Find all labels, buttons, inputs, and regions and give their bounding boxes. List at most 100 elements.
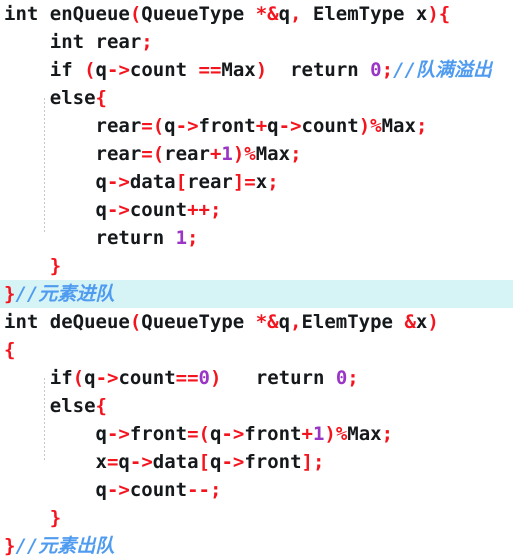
code-text: rear xyxy=(95,115,142,137)
code-comment: //元素进队 xyxy=(15,283,115,305)
code-line[interactable]: q->count--; xyxy=(0,476,513,504)
code-text: q xyxy=(164,115,176,137)
code-punctuation: ; xyxy=(415,115,428,137)
code-line[interactable]: rear=(rear+1)%Max; xyxy=(0,140,513,168)
code-punctuation: ; xyxy=(290,143,302,165)
code-line[interactable]: int enQueue(QueueType *&q, ElemType x){ xyxy=(0,0,513,28)
code-punctuation: ; xyxy=(347,367,359,389)
code-line[interactable]: else{ xyxy=(0,392,513,420)
code-punctuation: == xyxy=(175,367,199,389)
code-text: q xyxy=(95,59,107,81)
code-comment: //队满溢出 xyxy=(393,59,492,81)
code-text: rear xyxy=(164,143,210,165)
code-punctuation: *& xyxy=(255,311,279,333)
code-punctuation: ) xyxy=(210,367,222,389)
code-punctuation: =( xyxy=(141,143,165,165)
code-text: Max xyxy=(347,423,382,445)
code-text: q xyxy=(209,423,222,445)
code-line[interactable]: q->data[rear]=x; xyxy=(0,168,513,196)
code-line[interactable]: { xyxy=(0,336,513,364)
code-number: 1 xyxy=(312,423,325,445)
code-line[interactable]: } xyxy=(0,504,513,532)
code-text: count xyxy=(118,367,176,389)
code-punctuation: -> xyxy=(278,115,302,137)
code-line[interactable]: } xyxy=(0,252,513,280)
code-punctuation: -> xyxy=(106,479,130,501)
code-text: count xyxy=(129,479,188,501)
code-listing[interactable]: int enQueue(QueueType *&q, ElemType x){ … xyxy=(0,0,513,560)
code-punctuation: ; xyxy=(141,31,153,53)
code-text: ElemType xyxy=(301,311,405,333)
code-punctuation: } xyxy=(4,283,16,305)
code-punctuation: ]; xyxy=(301,451,325,473)
code-text: front xyxy=(244,423,302,445)
code-punctuation: =( xyxy=(141,115,165,137)
code-line[interactable]: q->count++; xyxy=(0,196,513,224)
code-punctuation: , xyxy=(290,3,302,25)
code-punctuation: -> xyxy=(175,115,199,137)
code-punctuation: ) xyxy=(427,311,439,333)
code-line[interactable]: }//元素出队 xyxy=(0,532,513,560)
code-punctuation: + xyxy=(255,115,268,137)
code-text: if xyxy=(49,59,85,81)
code-text: x xyxy=(95,451,107,473)
code-punctuation: { xyxy=(4,339,16,361)
code-punctuation: -> xyxy=(106,199,130,221)
code-line[interactable]: }//元素进队 xyxy=(0,280,513,308)
code-punctuation: -> xyxy=(95,367,119,389)
code-line[interactable]: int deQueue(QueueType *&q,ElemType &x) xyxy=(0,308,513,336)
code-text: q xyxy=(278,311,291,333)
code-text: count xyxy=(129,199,188,221)
code-comment: //元素出队 xyxy=(15,535,115,557)
code-punctuation: ( xyxy=(84,59,96,81)
code-line[interactable]: x=q->data[q->front]; xyxy=(0,448,513,476)
code-punctuation: ; xyxy=(381,423,394,445)
code-editor-viewport[interactable]: int enQueue(QueueType *&q, ElemType x){ … xyxy=(0,0,513,557)
code-line[interactable]: int rear; xyxy=(0,28,513,56)
code-punctuation: *& xyxy=(255,3,279,25)
code-punctuation: )% xyxy=(358,115,382,137)
code-text: Max xyxy=(255,143,291,165)
code-line[interactable]: if (q->count ==Max) return 0;//队满溢出 xyxy=(0,56,513,84)
code-punctuation: -> xyxy=(221,451,245,473)
code-text: ElemType x xyxy=(301,3,428,25)
code-text: return xyxy=(95,227,176,249)
code-punctuation: =( xyxy=(187,423,210,445)
code-text: q xyxy=(278,3,291,25)
code-line[interactable]: q->front=(q->front+1)%Max; xyxy=(0,420,513,448)
code-punctuation: )% xyxy=(324,423,348,445)
code-line[interactable]: if(q->count==0) return 0; xyxy=(0,364,513,392)
code-punctuation: ){ xyxy=(427,3,451,25)
code-punctuation: )% xyxy=(232,143,256,165)
code-punctuation: -> xyxy=(106,423,130,445)
code-line[interactable]: else{ xyxy=(0,84,513,112)
code-punctuation: } xyxy=(49,507,62,529)
code-text: q xyxy=(209,451,222,473)
code-text: int enQueue xyxy=(4,3,130,25)
code-text: QueueType xyxy=(141,3,256,25)
code-punctuation: + xyxy=(301,423,313,445)
code-punctuation: } xyxy=(4,535,16,557)
code-text: x xyxy=(255,171,268,193)
code-text: data xyxy=(152,451,199,473)
code-line[interactable]: rear=(q->front+q->count)%Max; xyxy=(0,112,513,140)
code-punctuation: ; xyxy=(381,59,394,81)
code-line[interactable]: return 1; xyxy=(0,224,513,252)
code-punctuation: ( xyxy=(72,367,85,389)
code-punctuation: --; xyxy=(187,479,222,501)
code-text: else xyxy=(49,87,96,109)
code-text: else xyxy=(49,395,96,417)
code-punctuation: + xyxy=(209,143,222,165)
code-punctuation: { xyxy=(95,87,107,109)
code-punctuation: ; xyxy=(187,227,199,249)
code-text: int deQueue xyxy=(4,311,130,333)
code-text: front xyxy=(129,423,188,445)
